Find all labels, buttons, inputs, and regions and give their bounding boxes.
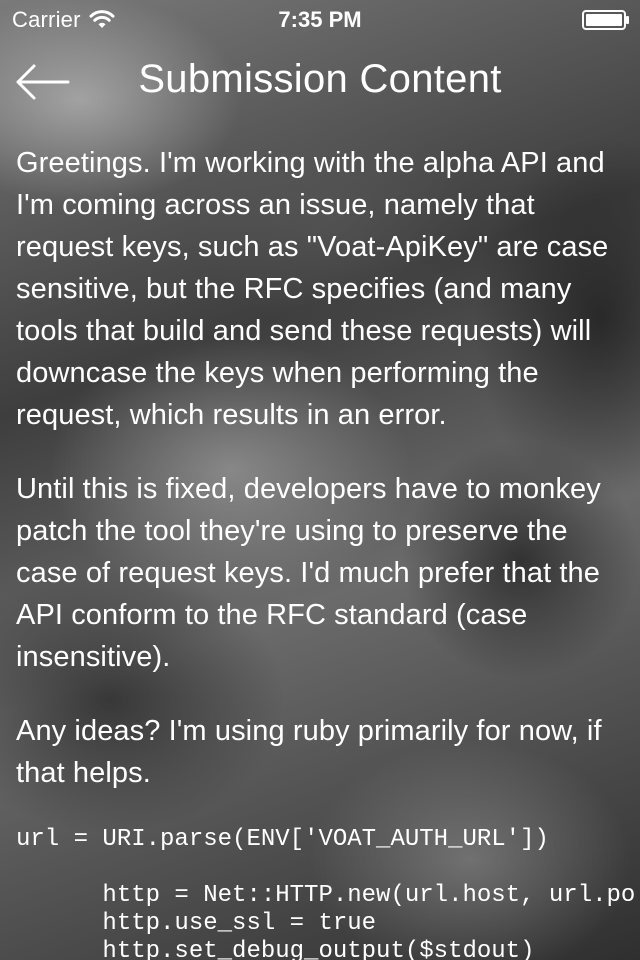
submission-content: Greetings. I'm working with the alpha AP… xyxy=(16,142,636,960)
navigation-bar: Submission Content xyxy=(0,40,640,128)
status-bar: Carrier 7:35 PM xyxy=(0,0,640,40)
status-time: 7:35 PM xyxy=(278,7,362,32)
code-line-4: http.set_debug_output($stdout) xyxy=(16,938,535,960)
page-title: Submission Content xyxy=(138,57,502,101)
code-line-1: url = URI.parse(ENV['VOAT_AUTH_URL']) xyxy=(16,826,549,853)
paragraph-2: Until this is fixed, developers have to … xyxy=(16,473,601,673)
paragraph-1: Greetings. I'm working with the alpha AP… xyxy=(16,147,609,431)
paragraph-3: Any ideas? I'm using ruby primarily for … xyxy=(16,715,602,789)
code-line-2: http = Net::HTTP.new(url.host, url.port) xyxy=(16,882,636,909)
code-line-3: http.use_ssl = true xyxy=(16,910,377,937)
battery-icon xyxy=(582,10,630,30)
